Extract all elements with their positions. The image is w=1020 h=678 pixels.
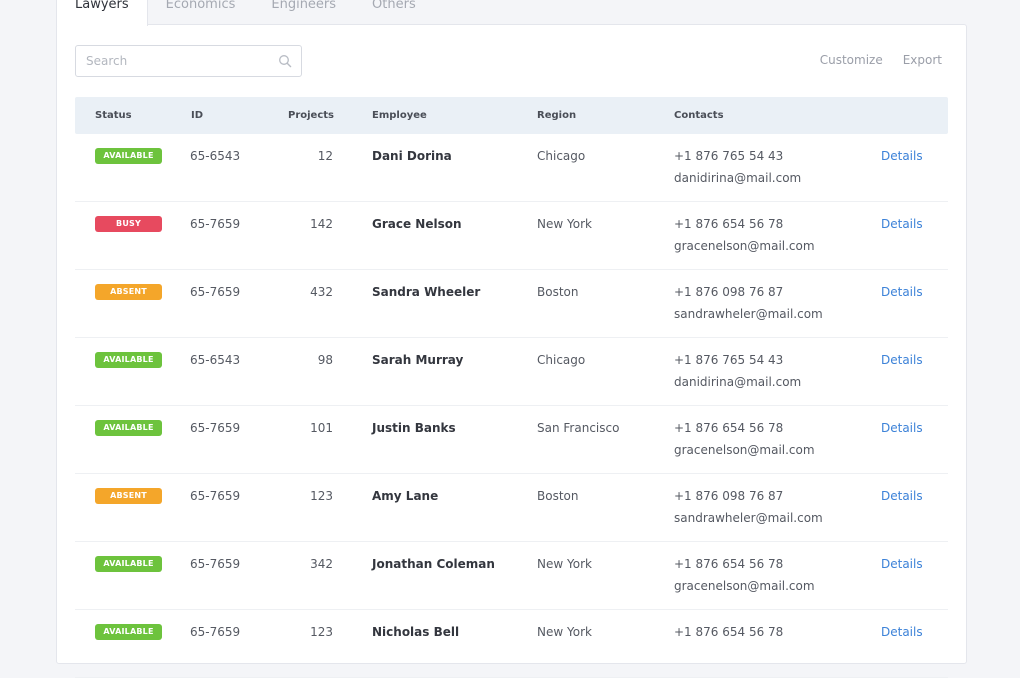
status-badge: ABSENT <box>95 488 162 504</box>
project-count: 142 <box>310 217 333 231</box>
employee-id: 65-7659 <box>190 285 241 299</box>
project-count: 342 <box>310 557 333 571</box>
details-link[interactable]: Details <box>881 353 923 367</box>
export-button[interactable]: Export <box>903 53 942 67</box>
table-row[interactable]: AVAILABLE 65-6543 98 Sarah Murray Chicago +1 … <box>75 338 948 406</box>
status-badge: AVAILABLE <box>95 352 162 368</box>
table-row[interactable]: BUSY 65-7659 142 Grace Nelson New York +1 876… <box>75 202 948 270</box>
region: Chicago <box>537 353 586 367</box>
region: New York <box>537 625 592 639</box>
region: San Francisco <box>537 421 620 435</box>
table-card: Customize Export Status ID Projects Empl… <box>56 24 967 678</box>
contact-email: danidirina@mail.com <box>674 375 802 389</box>
project-count: 12 <box>317 149 333 163</box>
details-link[interactable]: Details <box>881 217 923 231</box>
employee-id: 65-7659 <box>190 217 241 231</box>
contact-phone: +1 876 098 76 87 <box>674 489 784 503</box>
column-header-employee[interactable]: Employee <box>372 97 427 134</box>
customize-button[interactable]: Customize <box>820 53 883 67</box>
search-icon[interactable] <box>278 54 292 68</box>
tab-engineers[interactable]: Engineers <box>253 0 354 25</box>
details-link[interactable]: Details <box>881 557 923 571</box>
tab-economics[interactable]: Economics <box>148 0 254 25</box>
status-badge: AVAILABLE <box>95 624 162 640</box>
status-badge: AVAILABLE <box>95 420 162 436</box>
contact-phone: +1 876 654 56 78 <box>674 557 784 571</box>
table-header: Status ID Projects Employee Region Conta… <box>75 97 948 134</box>
table-row[interactable]: AVAILABLE 65-7659 101 Justin Banks San Franc… <box>75 406 948 474</box>
contact-email: gracenelson@mail.com <box>674 443 815 457</box>
column-header-contacts[interactable]: Contacts <box>674 97 724 134</box>
contact-email: gracenelson@mail.com <box>674 239 815 253</box>
employee-name: Nicholas Bell <box>372 625 460 639</box>
tab-others[interactable]: Others <box>354 0 434 25</box>
contact-email: danidirina@mail.com <box>674 171 802 185</box>
contact-phone: +1 876 654 56 78 <box>674 421 784 435</box>
contact-phone: +1 876 654 56 78 <box>674 217 784 231</box>
region: New York <box>537 217 592 231</box>
project-count: 123 <box>310 489 333 503</box>
employee-id: 65-7659 <box>190 625 241 639</box>
details-link[interactable]: Details <box>881 625 923 639</box>
employee-id: 65-7659 <box>190 557 241 571</box>
status-badge: AVAILABLE <box>95 148 162 164</box>
region: Boston <box>537 285 579 299</box>
contact-email: sandrawheler@mail.com <box>674 511 823 525</box>
toolbar: Customize Export <box>820 53 942 67</box>
contact-email: sandrawheler@mail.com <box>674 307 823 321</box>
status-badge: ABSENT <box>95 284 162 300</box>
table-row[interactable]: ABSENT 65-7659 432 Sandra Wheeler Boston +1 8… <box>75 270 948 338</box>
contact-email: gracenelson@mail.com <box>674 579 815 593</box>
tab-lawyers[interactable]: Lawyers <box>56 0 148 26</box>
table-row[interactable]: AVAILABLE 65-7659 123 Nicholas Bell New York… <box>75 610 948 678</box>
status-badge: BUSY <box>95 216 162 232</box>
project-count: 432 <box>310 285 333 299</box>
employee-name: Grace Nelson <box>372 217 462 231</box>
project-count: 123 <box>310 625 333 639</box>
contact-phone: +1 876 654 56 78 <box>674 625 784 639</box>
employee-name: Justin Banks <box>372 421 456 435</box>
employee-name: Sarah Murray <box>372 353 464 367</box>
project-count: 101 <box>310 421 333 435</box>
employee-name: Sandra Wheeler <box>372 285 481 299</box>
employee-id: 65-6543 <box>190 149 241 163</box>
employee-id: 65-7659 <box>190 489 241 503</box>
table-body: AVAILABLE 65-6543 12 Dani Dorina Chicago +1 8… <box>75 134 948 678</box>
details-link[interactable]: Details <box>881 489 923 503</box>
table-row[interactable]: AVAILABLE 65-7659 342 Jonathan Coleman New Y… <box>75 542 948 610</box>
employee-id: 65-6543 <box>190 353 241 367</box>
project-count: 98 <box>317 353 333 367</box>
contact-phone: +1 876 098 76 87 <box>674 285 784 299</box>
details-link[interactable]: Details <box>881 149 923 163</box>
tab-bar: Lawyers Economics Engineers Others <box>56 0 434 26</box>
region: Boston <box>537 489 579 503</box>
search-box[interactable] <box>75 45 302 77</box>
column-header-projects[interactable]: Projects <box>288 97 334 134</box>
employee-name: Dani Dorina <box>372 149 452 163</box>
column-header-id[interactable]: ID <box>191 97 203 134</box>
contact-phone: +1 876 765 54 43 <box>674 149 784 163</box>
employee-name: Amy Lane <box>372 489 439 503</box>
details-link[interactable]: Details <box>881 285 923 299</box>
table-row[interactable]: AVAILABLE 65-6543 12 Dani Dorina Chicago +1 8… <box>75 134 948 202</box>
region: Chicago <box>537 149 586 163</box>
details-link[interactable]: Details <box>881 421 923 435</box>
contact-phone: +1 876 765 54 43 <box>674 353 784 367</box>
status-badge: AVAILABLE <box>95 556 162 572</box>
column-header-region[interactable]: Region <box>537 97 576 134</box>
employee-name: Jonathan Coleman <box>372 557 495 571</box>
employee-id: 65-7659 <box>190 421 241 435</box>
table-row[interactable]: ABSENT 65-7659 123 Amy Lane Boston +1 876 098… <box>75 474 948 542</box>
search-input[interactable] <box>86 46 266 76</box>
column-header-status[interactable]: Status <box>95 97 132 134</box>
region: New York <box>537 557 592 571</box>
